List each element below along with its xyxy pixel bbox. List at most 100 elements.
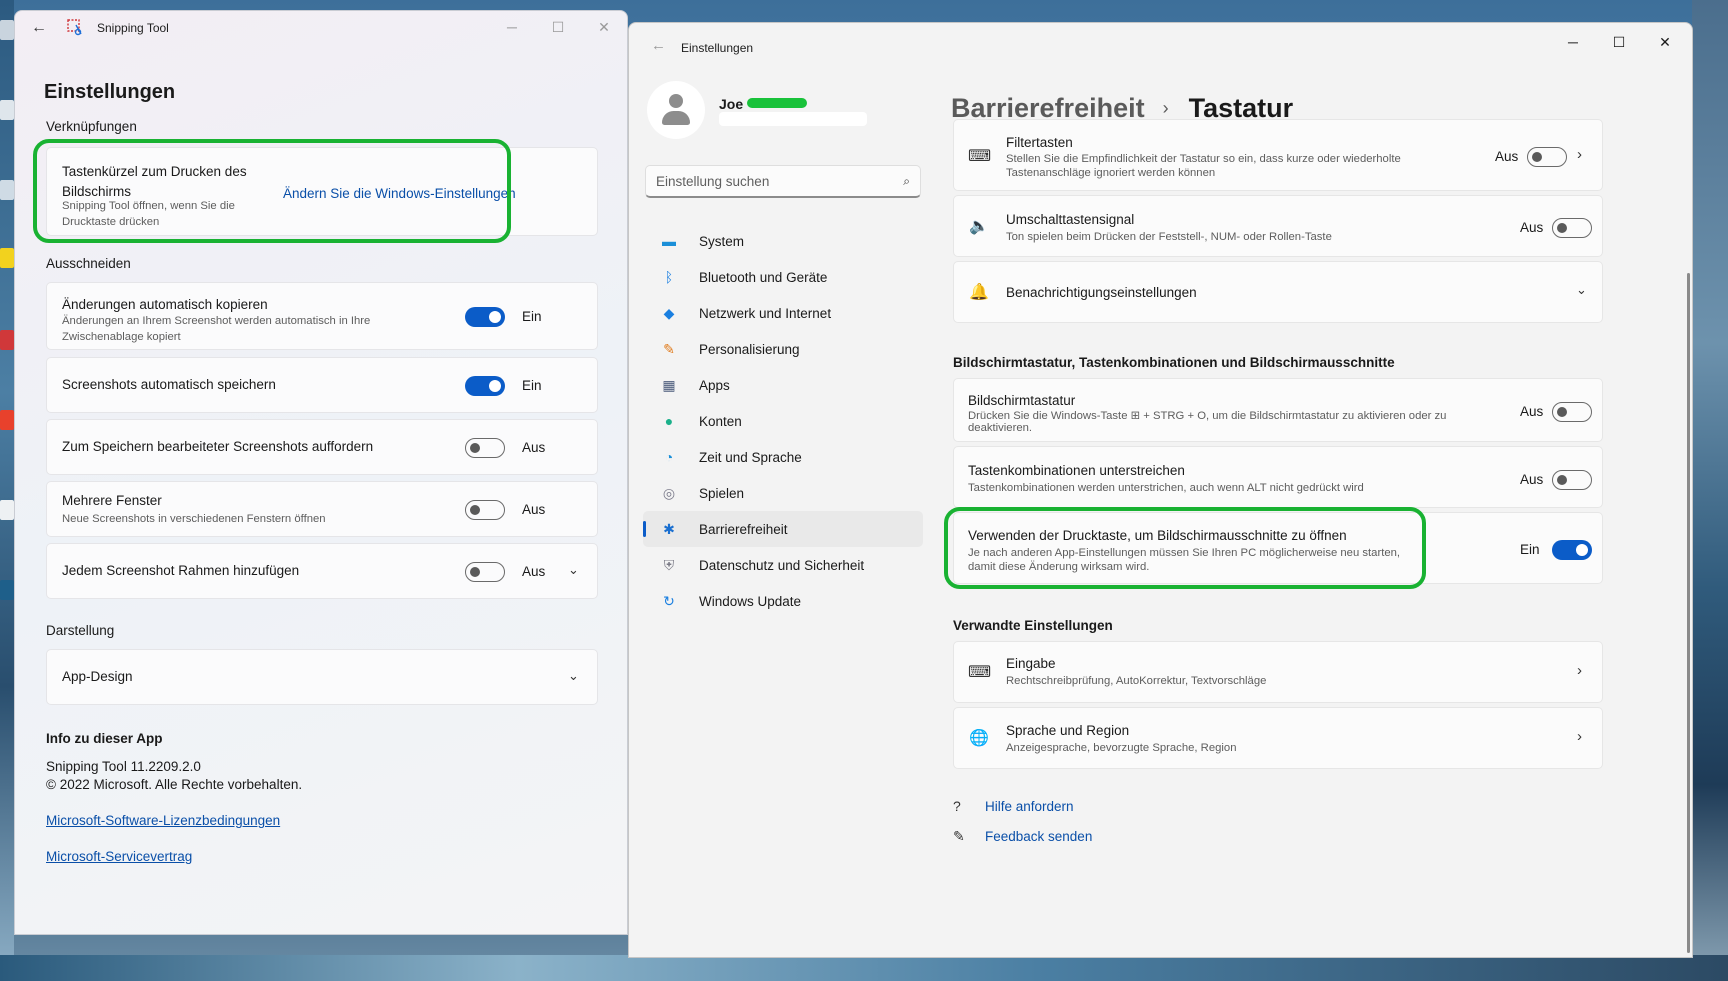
sidebar-item[interactable]: ◔ Zeit und Sprache: [643, 439, 923, 475]
auto-save-card: Screenshots automatisch speichern Ein: [46, 357, 598, 413]
maximize-icon[interactable]: ☐: [535, 11, 581, 43]
title-bar: ← Einstellungen ─ ☐ ✕: [629, 23, 1692, 63]
version-text: Snipping Tool 11.2209.2.0: [46, 759, 201, 774]
redaction-mark: [719, 112, 867, 126]
chevron-right-icon[interactable]: ›: [1577, 146, 1582, 163]
snipping-tool-app-icon: [67, 19, 85, 37]
multi-window-title: Mehrere Fenster: [62, 493, 162, 508]
settings-window: ← Einstellungen ─ ☐ ✕ Joe Einstellung su…: [628, 22, 1693, 958]
language-region-card[interactable]: 🌐 Sprache und Region Anzeigesprache, bev…: [953, 707, 1603, 769]
chevron-down-icon[interactable]: ⌄: [568, 668, 579, 684]
minimize-icon[interactable]: ─: [489, 11, 535, 43]
help-icon: ?: [953, 798, 961, 814]
sidebar-item-label: Zeit und Sprache: [699, 449, 802, 465]
page-title: Einstellungen: [44, 81, 176, 103]
account-icon: ●: [664, 413, 674, 429]
underline-state: Aus: [1520, 472, 1544, 487]
auto-copy-toggle[interactable]: [465, 307, 505, 327]
app-design-card[interactable]: App-Design ⌄: [46, 649, 598, 705]
license-link[interactable]: Microsoft-Software-Lizenzbedingungen: [46, 813, 280, 828]
feedback-link[interactable]: Feedback senden: [985, 829, 1092, 844]
sidebar-item[interactable]: ▬ System: [643, 223, 923, 259]
language-icon: 🌐: [969, 730, 989, 747]
sidebar-item[interactable]: ⛨ Datenschutz und Sicherheit: [643, 547, 923, 583]
service-agreement-link[interactable]: Microsoft-Servicevertrag: [46, 849, 192, 864]
toggle-keys-toggle[interactable]: [1552, 218, 1592, 238]
update-icon: ↻: [663, 592, 675, 609]
multi-window-toggle[interactable]: [465, 500, 505, 520]
get-help-row[interactable]: ? Hilfe anfordern: [953, 798, 1074, 814]
sidebar-item-label: Netzwerk und Internet: [699, 305, 832, 321]
sidebar-item[interactable]: ↻ Windows Update: [643, 583, 923, 619]
window-controls: ─ ☐ ✕: [1550, 25, 1688, 59]
maximize-icon[interactable]: ☐: [1596, 25, 1642, 59]
border-title: Jedem Screenshot Rahmen hinzufügen: [62, 563, 300, 578]
desktop-icon[interactable]: [0, 180, 14, 200]
sidebar-item[interactable]: ▦ Apps: [643, 367, 923, 403]
border-toggle[interactable]: [465, 562, 505, 582]
notification-settings-card[interactable]: 🔔 Benachrichtigungseinstellungen ⌄: [953, 261, 1603, 323]
osk-toggle[interactable]: [1552, 402, 1592, 422]
multi-window-state: Aus: [522, 502, 546, 517]
desktop-icon[interactable]: [0, 20, 14, 40]
desktop-right-edge: [1692, 0, 1728, 981]
chevron-down-icon[interactable]: ⌄: [568, 562, 579, 578]
sidebar-item-label: Datenschutz und Sicherheit: [699, 557, 865, 573]
desktop-icon[interactable]: [0, 580, 14, 600]
border-card[interactable]: Jedem Screenshot Rahmen hinzufügen Aus ⌄: [46, 543, 598, 599]
desktop-icon[interactable]: [0, 500, 14, 520]
section-osk: Bildschirmtastatur, Tastenkombinationen …: [953, 355, 1395, 370]
input-desc: Rechtschreibprüfung, AutoKorrektur, Text…: [1006, 675, 1267, 687]
section-shortcuts: Verknüpfungen: [46, 119, 137, 134]
sidebar-item[interactable]: ◎ Spielen: [643, 475, 923, 511]
close-icon[interactable]: ✕: [581, 11, 627, 43]
feedback-row[interactable]: ✎ Feedback senden: [953, 828, 1092, 845]
avatar[interactable]: [647, 81, 705, 139]
user-name: Joe: [719, 96, 744, 112]
border-state: Aus: [522, 564, 546, 579]
sidebar-item[interactable]: ◆ Netzwerk und Internet: [643, 295, 923, 331]
desktop-icon[interactable]: [0, 248, 14, 268]
keyboard-filter-icon: ⌨: [968, 148, 992, 165]
avatar-head: [669, 94, 683, 108]
auto-save-toggle[interactable]: [465, 376, 505, 396]
search-input[interactable]: Einstellung suchen ⌕: [645, 165, 921, 198]
desktop-icon[interactable]: [0, 330, 14, 350]
filter-keys-card[interactable]: ⌨ Filtertasten Stellen Sie die Empfindli…: [953, 119, 1603, 191]
ask-save-toggle[interactable]: [465, 438, 505, 458]
multi-window-card: Mehrere Fenster Neue Screenshots in vers…: [46, 481, 598, 537]
sidebar-item[interactable]: ᛒ Bluetooth und Geräte: [643, 259, 923, 295]
speaker-icon: 🔈: [969, 218, 989, 235]
chevron-right-icon[interactable]: ›: [1577, 662, 1582, 679]
printscreen-toggle[interactable]: [1552, 540, 1592, 560]
feedback-icon: ✎: [953, 828, 965, 844]
keyboard-icon: ⌨: [968, 664, 992, 681]
back-arrow-icon[interactable]: ←: [31, 19, 53, 37]
get-help-link[interactable]: Hilfe anfordern: [985, 799, 1074, 814]
chevron-right-icon[interactable]: ›: [1577, 728, 1582, 745]
input-card[interactable]: ⌨ Eingabe Rechtschreibprüfung, AutoKorre…: [953, 641, 1603, 703]
section-about: Info zu dieser App: [46, 731, 163, 746]
underline-desc: Tastenkombinationen werden unterstrichen…: [968, 482, 1364, 494]
bell-icon: 🔔: [969, 284, 989, 301]
osk-state: Aus: [1520, 404, 1544, 419]
filter-keys-desc: Stellen Sie die Empfindlichkeit der Tast…: [1006, 153, 1401, 179]
sidebar-item[interactable]: ● Konten: [643, 403, 923, 439]
close-icon[interactable]: ✕: [1642, 25, 1688, 59]
search-icon[interactable]: ⌕: [903, 174, 910, 189]
desktop-icon[interactable]: [0, 100, 14, 120]
filter-keys-state: Aus: [1495, 149, 1519, 164]
sidebar-item[interactable]: ✎ Personalisierung: [643, 331, 923, 367]
underline-toggle[interactable]: [1552, 470, 1592, 490]
sidebar-item[interactable]: ✱ Barrierefreiheit: [643, 511, 923, 547]
chevron-down-icon[interactable]: ⌄: [1576, 282, 1587, 298]
minimize-icon[interactable]: ─: [1550, 25, 1596, 59]
desktop-icon[interactable]: [0, 410, 14, 430]
auto-copy-desc: Änderungen an Ihrem Screenshot werden au…: [62, 315, 371, 343]
highlight-outline: [944, 507, 1426, 589]
filter-keys-toggle[interactable]: [1527, 147, 1567, 167]
scrollbar[interactable]: [1687, 273, 1690, 953]
sidebar-item-label: Konten: [699, 413, 742, 429]
brush-icon: ✎: [663, 340, 675, 357]
back-arrow-icon[interactable]: ←: [651, 37, 666, 54]
